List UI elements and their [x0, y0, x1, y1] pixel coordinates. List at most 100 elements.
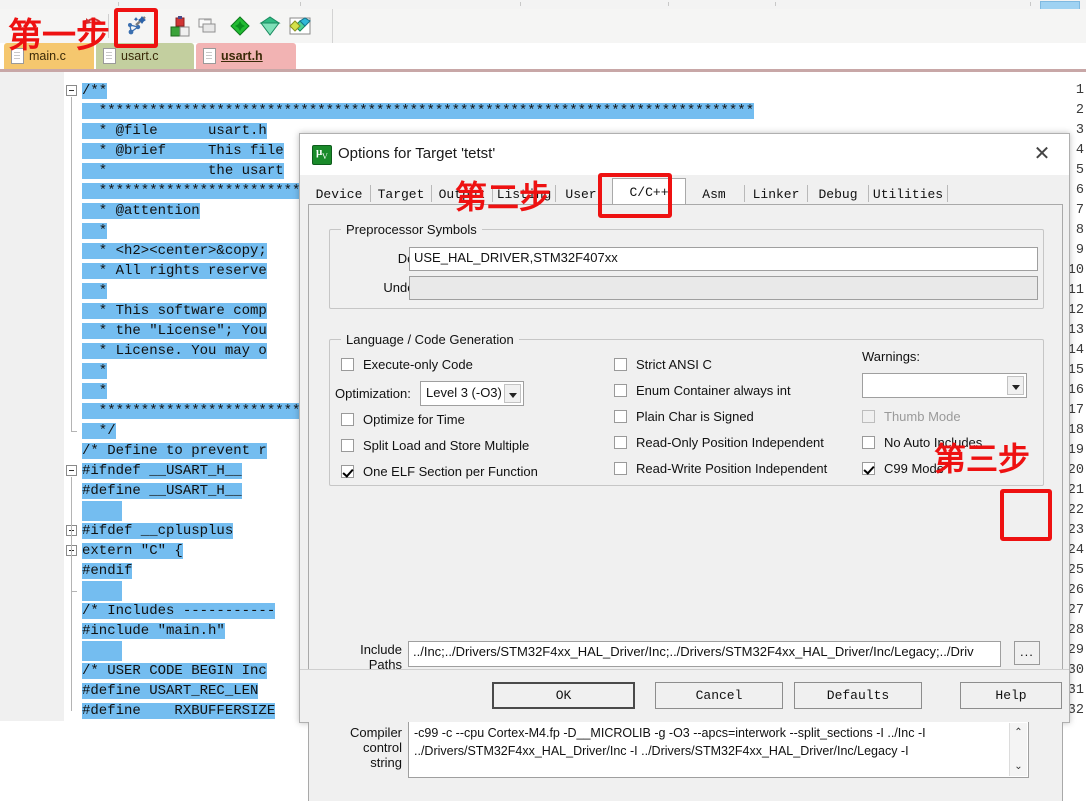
checkbox-split-load-and-store-multiple[interactable] — [341, 439, 354, 452]
code-line[interactable]: /** — [82, 81, 108, 101]
ruler-tick — [668, 2, 669, 6]
tab-c-cpp[interactable]: C/C++ — [612, 178, 686, 207]
checkbox-execute-only-code[interactable] — [341, 358, 354, 371]
selection-highlight — [82, 641, 122, 661]
include-paths-browse-button[interactable] — [1014, 641, 1040, 665]
tab-separator — [947, 185, 948, 202]
checkbox-c99-mode[interactable] — [862, 462, 875, 475]
checkbox-no-auto-includes[interactable] — [862, 436, 875, 449]
code-line[interactable]: #include "main.h" — [82, 621, 225, 641]
code-line[interactable]: */ — [82, 421, 116, 441]
code-line-text: * License. You may o — [82, 343, 267, 359]
code-line-text: * — [82, 363, 108, 379]
editor-tab-usart-h[interactable]: usart.h — [196, 43, 296, 69]
code-line-text: /** — [82, 83, 108, 99]
code-line[interactable]: * the usart — [82, 161, 284, 181]
compiler-control-string-textarea[interactable]: -c99 -c --cpu Cortex-M4.fp -D__MICROLIB … — [408, 721, 1029, 778]
code-line[interactable]: * <h2><center>&copy; — [82, 241, 267, 261]
checkbox-read-write-position-independent[interactable] — [614, 462, 627, 475]
batch-build-icon[interactable] — [196, 14, 220, 38]
label-execute-only-code: Execute-only Code — [363, 357, 473, 372]
warnings-select[interactable] — [862, 373, 1027, 398]
code-line[interactable]: #define USART_REC_LEN — [82, 681, 259, 701]
label-read-only-position-independent: Read-Only Position Independent — [636, 435, 824, 450]
defaults-button[interactable]: Defaults — [794, 682, 922, 709]
code-line-text: * — [82, 283, 108, 299]
rebuild-all-icon[interactable] — [258, 14, 282, 38]
code-line[interactable]: /* Includes ----------- — [82, 601, 276, 621]
code-line[interactable]: #ifdef __cplusplus — [82, 521, 234, 541]
undo-icon[interactable] — [83, 14, 107, 38]
ruler-tick — [118, 2, 119, 6]
checkbox-one-elf-section-per-function[interactable] — [341, 465, 354, 478]
editor-tab-label: usart.h — [221, 49, 263, 63]
build-target-icon[interactable] — [228, 14, 252, 38]
code-folding-column[interactable] — [64, 72, 82, 721]
code-line[interactable]: /* Define to prevent r — [82, 441, 267, 461]
code-line-text: ****************************************… — [82, 103, 755, 119]
ok-button[interactable]: OK — [492, 682, 635, 709]
code-line[interactable]: ****************************************… — [82, 101, 755, 121]
code-line-text: * — [82, 223, 108, 239]
code-fold-toggle[interactable] — [66, 85, 77, 96]
chevron-down-icon[interactable] — [1007, 376, 1024, 395]
code-line[interactable]: * @attention — [82, 201, 200, 221]
code-line[interactable]: * All rights reserve — [82, 261, 267, 281]
checkbox-optimize-for-time[interactable] — [341, 413, 354, 426]
code-line-text: * @file usart.h — [82, 123, 267, 139]
code-line[interactable]: #define RXBUFFERSIZE — [82, 701, 276, 721]
translate-icon[interactable] — [288, 14, 312, 38]
close-icon[interactable]: ✕ — [1023, 140, 1061, 168]
scroll-up-icon[interactable]: ⌃ — [1010, 725, 1027, 740]
editor-tab-bar: main.c usart.c usart.h — [0, 43, 1086, 71]
code-line[interactable]: * — [82, 221, 108, 241]
include-paths-input[interactable]: ../Inc;../Drivers/STM32F4xx_HAL_Driver/I… — [408, 641, 1001, 667]
code-line[interactable]: * This software comp — [82, 301, 267, 321]
code-line-text: * This software comp — [82, 303, 267, 319]
file-icon — [103, 48, 116, 64]
code-line[interactable]: * — [82, 381, 108, 401]
checkbox-enum-container-always-int[interactable] — [614, 384, 627, 397]
undefine-input[interactable] — [409, 276, 1038, 300]
compiler-control-string-scrollbar[interactable]: ⌃ ⌄ — [1009, 723, 1027, 776]
main-toolbar — [0, 9, 1086, 44]
cancel-button[interactable]: Cancel — [655, 682, 783, 709]
code-line[interactable]: * License. You may o — [82, 341, 267, 361]
preprocessor-symbols-title: Preprocessor Symbols — [341, 222, 482, 237]
selection-highlight — [82, 581, 122, 601]
checkbox-read-only-position-independent[interactable] — [614, 436, 627, 449]
code-line-text: * @brief This file — [82, 143, 284, 159]
checkbox-strict-ansi-c[interactable] — [614, 358, 627, 371]
code-line[interactable]: #define __USART_H__ — [82, 481, 242, 501]
define-input[interactable]: USE_HAL_DRIVER,STM32F407xx — [409, 247, 1038, 271]
code-line[interactable]: #endif — [82, 561, 133, 581]
code-line[interactable]: * — [82, 361, 108, 381]
optimization-select[interactable]: Level 3 (-O3) — [420, 381, 524, 406]
code-fold-toggle[interactable] — [66, 465, 77, 476]
manage-project-items-icon[interactable] — [168, 14, 192, 38]
editor-tab-usart-c[interactable]: usart.c — [96, 43, 194, 69]
help-button[interactable]: Help — [960, 682, 1062, 709]
code-line[interactable]: * the "License"; You — [82, 321, 267, 341]
code-line-text: /* Define to prevent r — [82, 443, 267, 459]
compiler-control-string-label-line2: control — [362, 740, 402, 755]
editor-tab-label: usart.c — [121, 49, 159, 63]
code-line[interactable]: extern "C" { — [82, 541, 183, 561]
code-line[interactable]: * @brief This file — [82, 141, 284, 161]
editor-tab-main-c[interactable]: main.c — [4, 43, 94, 69]
code-line[interactable]: /* USER CODE BEGIN Inc — [82, 661, 267, 681]
selection-highlight — [82, 501, 122, 521]
chevron-down-icon[interactable] — [504, 384, 521, 403]
code-fold-line — [71, 557, 72, 571]
label-no-auto-includes: No Auto Includes — [884, 435, 983, 450]
code-line-text: * the usart — [82, 163, 284, 179]
code-line[interactable]: * — [82, 281, 108, 301]
code-line[interactable]: #ifndef __USART_H__ — [82, 461, 242, 481]
line-number: 1 — [1075, 83, 1084, 98]
code-line[interactable]: * @file usart.h — [82, 121, 267, 141]
scroll-down-icon[interactable]: ⌄ — [1010, 759, 1027, 774]
options-for-target-icon[interactable] — [124, 14, 148, 38]
checkbox-plain-char-is-signed[interactable] — [614, 410, 627, 423]
toolbar-button-group — [0, 9, 333, 43]
include-paths-label-line1: Include — [360, 642, 402, 657]
